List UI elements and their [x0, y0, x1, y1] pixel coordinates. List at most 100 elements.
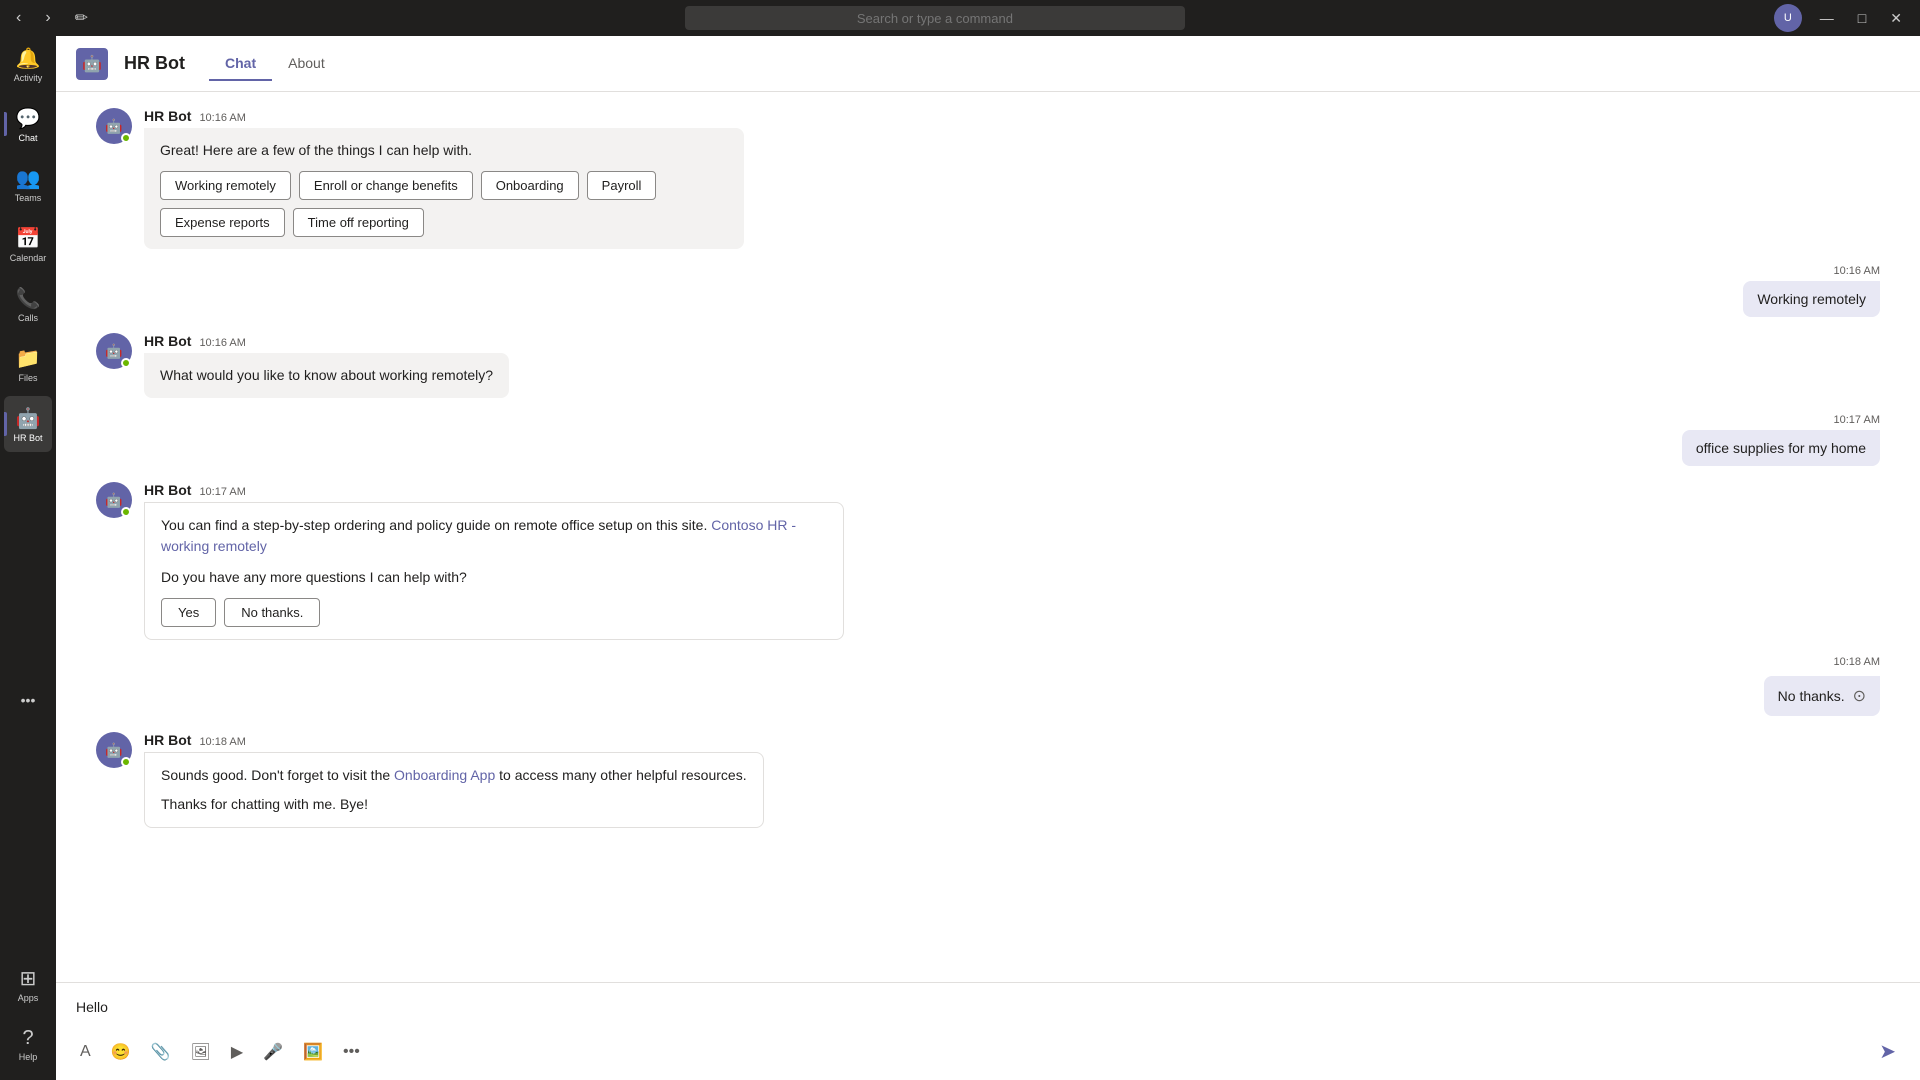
bot-bubble-2: What would you like to know about workin… [144, 353, 509, 398]
chat-tabs: Chat About [209, 47, 341, 81]
sidebar-item-files[interactable]: 📁 Files [4, 336, 52, 392]
suggest-time-off[interactable]: Time off reporting [293, 208, 424, 237]
bot-message-content-3: HR Bot 10:17 AM You can find a step-by-s… [144, 482, 844, 640]
bot-message-content-4: HR Bot 10:18 AM Sounds good. Don't forge… [144, 732, 764, 828]
emoji-button[interactable]: 😊 [103, 1036, 139, 1068]
action-buttons-3: Yes No thanks. [161, 598, 827, 627]
bot-name-3: HR Bot [144, 482, 191, 498]
user-message-2: 10:17 AM office supplies for my home [96, 414, 1880, 466]
user-bubble-text-3: No thanks. ⊙ [1764, 676, 1880, 716]
sidebar-item-teams[interactable]: 👥 Teams [4, 156, 52, 212]
bot-bubble-3: You can find a step-by-step ordering and… [144, 502, 844, 640]
bot-name-1: HR Bot [144, 108, 191, 124]
bot-meta-2: HR Bot 10:16 AM [144, 333, 509, 349]
suggest-working-remotely[interactable]: Working remotely [160, 171, 291, 200]
bot-message-content-1: HR Bot 10:16 AM Great! Here are a few of… [144, 108, 744, 249]
sidebar-item-chat[interactable]: 💬 Chat [4, 96, 52, 152]
sidebar-label-files: Files [18, 373, 37, 383]
audio-button[interactable]: 🎤 [255, 1036, 291, 1068]
suggest-enroll-benefits[interactable]: Enroll or change benefits [299, 171, 473, 200]
online-dot-3 [121, 507, 131, 517]
titlebar-center [96, 6, 1774, 30]
bot-followup-4: Thanks for chatting with me. Bye! [161, 794, 747, 815]
user-meta-1: 10:16 AM [1743, 265, 1880, 277]
suggest-payroll[interactable]: Payroll [587, 171, 657, 200]
attach-button[interactable]: 📎 [143, 1036, 179, 1068]
sidebar-label-help: Help [19, 1052, 38, 1062]
maximize-button[interactable]: □ [1848, 6, 1876, 31]
format-text-button[interactable]: A [72, 1037, 99, 1067]
user-meta-2: 10:17 AM [1682, 414, 1880, 426]
help-icon: ? [22, 1027, 33, 1050]
suggest-onboarding[interactable]: Onboarding [481, 171, 579, 200]
sidebar-item-hrbot[interactable]: 🤖 HR Bot [4, 396, 52, 452]
sidebar-label-apps: Apps [18, 993, 39, 1003]
gif-button[interactable]: 🖼 [183, 1036, 219, 1068]
sidebar: 🔔 Activity 💬 Chat 👥 Teams 📅 Calendar 📞 C… [0, 0, 56, 1080]
sticker-button[interactable]: ▶ [223, 1036, 251, 1068]
msg-time-4: 10:18 AM [199, 736, 245, 748]
chat-panel: 🤖 HR Bot Chat About 🤖 HR Bot 10:16 AM [56, 36, 1920, 1080]
suggest-expense-reports[interactable]: Expense reports [160, 208, 285, 237]
reaction-button[interactable]: ⊙ [1853, 686, 1866, 706]
files-icon: 📁 [16, 346, 41, 371]
user-bubble-text-1: Working remotely [1743, 281, 1880, 317]
more-options-button[interactable]: ••• [335, 1037, 368, 1067]
chat-icon: 💬 [16, 106, 41, 131]
image-button[interactable]: 🖼️ [295, 1036, 331, 1068]
hrbot-icon: 🤖 [16, 406, 41, 431]
sidebar-item-apps[interactable]: ⊞ Apps [4, 956, 52, 1012]
chat-header: 🤖 HR Bot Chat About [56, 36, 1920, 92]
sidebar-label-teams: Teams [15, 193, 42, 203]
action-no-thanks[interactable]: No thanks. [224, 598, 320, 627]
forward-button[interactable]: › [37, 5, 58, 31]
sidebar-label-calendar: Calendar [10, 253, 47, 263]
message-input[interactable]: Hello [72, 991, 1904, 1031]
sidebar-item-more[interactable]: ••• [4, 672, 52, 728]
sidebar-item-calls[interactable]: 📞 Calls [4, 276, 52, 332]
bot-message-content-2: HR Bot 10:16 AM What would you like to k… [144, 333, 509, 398]
bot-meta-1: HR Bot 10:16 AM [144, 108, 744, 124]
compose-button[interactable]: ✏ [67, 4, 96, 32]
bot-text-1: Great! Here are a few of the things I ca… [160, 140, 728, 161]
suggestion-buttons-1: Working remotely Enroll or change benefi… [160, 171, 728, 237]
messages-area: 🤖 HR Bot 10:16 AM Great! Here are a few … [56, 92, 1920, 982]
bot-message-3: 🤖 HR Bot 10:17 AM You can find a step-by… [96, 482, 1880, 640]
apps-icon: ⊞ [20, 966, 37, 991]
tab-about[interactable]: About [272, 47, 341, 81]
user-avatar[interactable]: U [1774, 4, 1802, 32]
tab-chat[interactable]: Chat [209, 47, 272, 81]
online-dot-4 [121, 757, 131, 767]
bot-meta-4: HR Bot 10:18 AM [144, 732, 764, 748]
more-icon: ••• [21, 692, 36, 708]
sidebar-label-chat: Chat [18, 133, 37, 143]
user-bubble-text-2: office supplies for my home [1682, 430, 1880, 466]
msg-time-3: 10:17 AM [199, 486, 245, 498]
onboarding-app-link[interactable]: Onboarding App [394, 767, 495, 783]
back-button[interactable]: ‹ [8, 5, 29, 31]
bot-followup-3: Do you have any more questions I can hel… [161, 567, 827, 588]
close-button[interactable]: ✕ [1880, 6, 1912, 31]
bot-avatar-4: 🤖 [96, 732, 132, 768]
calls-icon: 📞 [16, 286, 41, 311]
sidebar-item-help[interactable]: ? Help [4, 1016, 52, 1072]
bot-bubble-4: Sounds good. Don't forget to visit the O… [144, 752, 764, 828]
bot-bubble-1: Great! Here are a few of the things I ca… [144, 128, 744, 249]
bot-text-3a: You can find a step-by-step ordering and… [161, 515, 827, 557]
global-search-input[interactable] [685, 6, 1185, 30]
activity-icon: 🔔 [16, 46, 41, 71]
teams-icon: 👥 [16, 166, 41, 191]
titlebar-nav: ‹ › ✏ [8, 4, 96, 32]
sidebar-item-activity[interactable]: 🔔 Activity [4, 36, 52, 92]
calendar-icon: 📅 [16, 226, 41, 251]
bot-text-2: What would you like to know about workin… [160, 365, 493, 386]
action-yes[interactable]: Yes [161, 598, 216, 627]
titlebar-right: U — □ ✕ [1774, 4, 1912, 32]
titlebar: ‹ › ✏ U — □ ✕ [0, 0, 1920, 36]
user-bubble-1: 10:16 AM Working remotely [1743, 265, 1880, 317]
sidebar-item-calendar[interactable]: 📅 Calendar [4, 216, 52, 272]
bot-avatar-2: 🤖 [96, 333, 132, 369]
sidebar-label-activity: Activity [14, 73, 43, 83]
minimize-button[interactable]: — [1810, 6, 1844, 31]
send-button[interactable]: ➤ [1871, 1035, 1904, 1068]
